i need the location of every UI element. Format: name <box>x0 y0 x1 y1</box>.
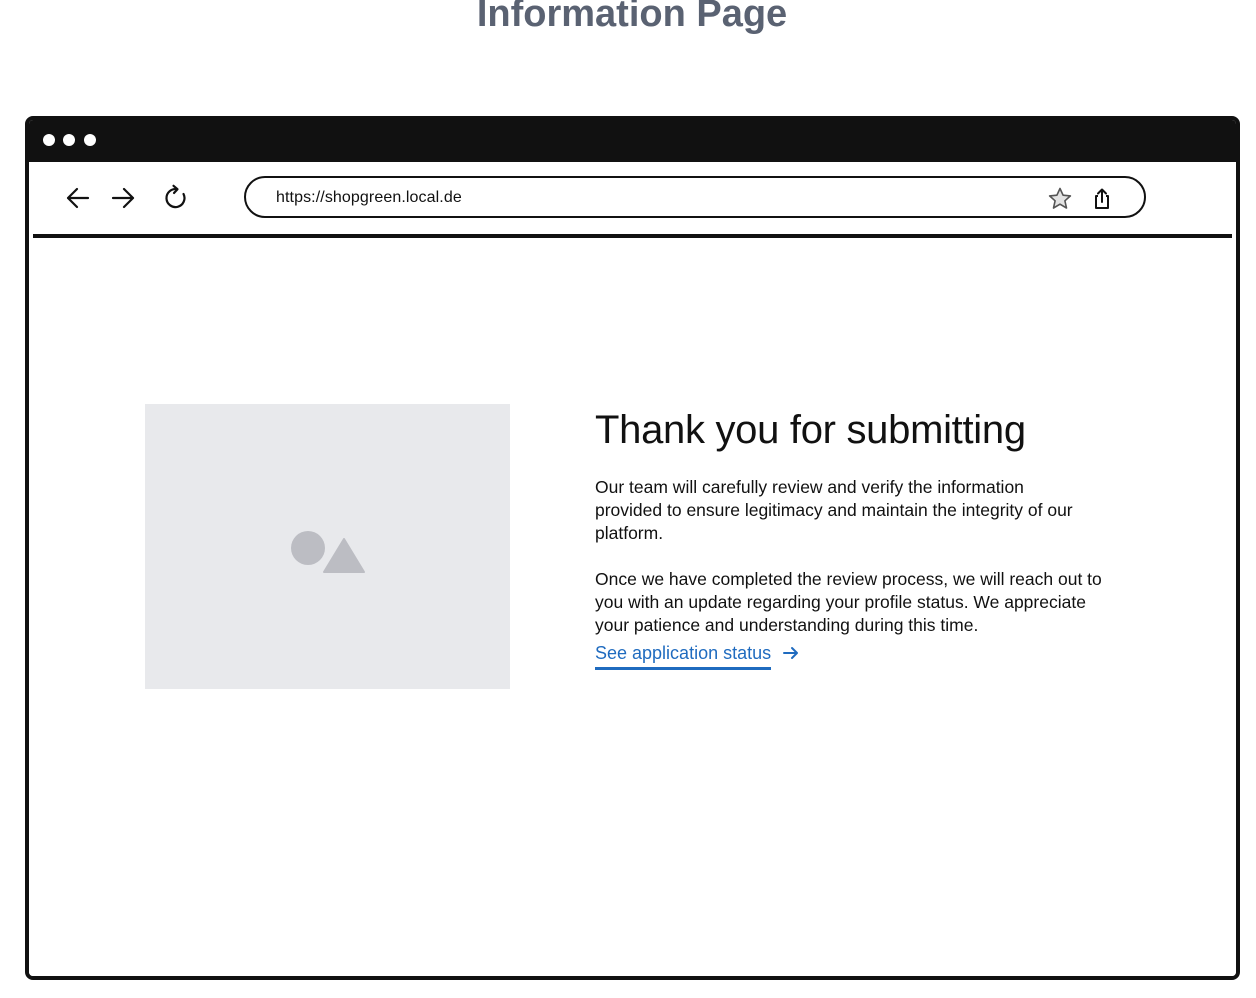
browser-toolbar: https://shopgreen.local.de <box>33 162 1232 238</box>
confirmation-title: Thank you for submitting <box>595 408 1026 452</box>
bookmark-button[interactable] <box>1046 185 1074 213</box>
window-dot-2 <box>63 134 75 146</box>
window-dot-1 <box>43 134 55 146</box>
update-paragraph: Once we have completed the review proces… <box>595 569 1102 635</box>
share-icon <box>1095 188 1109 209</box>
forward-button[interactable] <box>105 180 141 216</box>
arrow-right-icon <box>111 187 135 209</box>
image-placeholder <box>145 404 510 689</box>
reload-icon <box>165 184 186 209</box>
url-text[interactable]: https://shopgreen.local.de <box>276 189 462 207</box>
see-application-status-link[interactable]: See application status <box>595 642 801 670</box>
review-paragraph: Our team will carefully review and verif… <box>595 477 1073 543</box>
page-content: Thank you for submitting Our team will c… <box>29 238 1236 976</box>
image-placeholder-icon <box>291 531 365 573</box>
address-bar[interactable]: https://shopgreen.local.de <box>244 176 1146 218</box>
status-link-label[interactable]: See application status <box>595 642 772 670</box>
window-dot-3 <box>84 134 96 146</box>
arrow-left-icon <box>66 187 90 209</box>
browser-title-bar <box>29 120 1236 162</box>
browser-window: https://shopgreen.local.de Thank you for… <box>25 116 1240 980</box>
star-icon <box>1048 187 1072 209</box>
page-heading: Information Page <box>476 0 788 35</box>
back-button[interactable] <box>60 180 96 216</box>
reload-button[interactable] <box>158 180 194 216</box>
share-button[interactable] <box>1088 185 1116 213</box>
arrow-right-icon[interactable] <box>781 643 801 663</box>
confirmation-message: Thank you for submitting Our team will c… <box>595 404 1115 670</box>
